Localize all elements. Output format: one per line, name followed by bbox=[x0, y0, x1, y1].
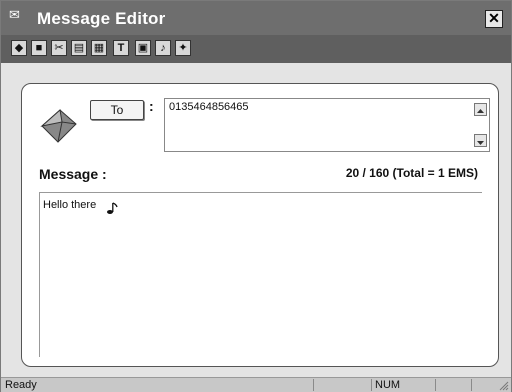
copy-icon: ▤ bbox=[73, 42, 85, 54]
message-label: Message : bbox=[39, 166, 107, 182]
message-body-field[interactable]: Hello there bbox=[39, 192, 482, 357]
text-icon: T bbox=[117, 42, 125, 54]
to-button[interactable]: To bbox=[90, 100, 144, 120]
status-ready: Ready bbox=[5, 379, 37, 391]
message-body-text: Hello there bbox=[43, 199, 118, 214]
save-icon: ■ bbox=[35, 42, 43, 54]
status-separator bbox=[435, 379, 436, 391]
recipient-value: 0135464856465 bbox=[169, 101, 249, 113]
scroll-up-button[interactable] bbox=[474, 103, 487, 116]
resize-grip-icon[interactable] bbox=[497, 379, 509, 391]
animation-icon: ✦ bbox=[178, 42, 188, 54]
new-icon: ◆ bbox=[14, 42, 24, 54]
to-colon: : bbox=[149, 98, 154, 114]
tools-button[interactable]: ✂ bbox=[51, 40, 67, 56]
status-bar: Ready NUM bbox=[1, 377, 511, 392]
status-separator bbox=[371, 379, 372, 391]
title-bar: ✉ Message Editor ✕ bbox=[1, 1, 511, 35]
close-icon: ✕ bbox=[488, 10, 500, 26]
message-panel: To : 0135464856465 Message : 20 / 160 (T… bbox=[21, 83, 499, 367]
music-icon: ♪ bbox=[160, 42, 166, 54]
animation-button[interactable]: ✦ bbox=[175, 40, 191, 56]
recipient-field[interactable]: 0135464856465 bbox=[164, 98, 490, 152]
status-separator bbox=[471, 379, 472, 391]
editor-content: To : 0135464856465 Message : 20 / 160 (T… bbox=[1, 63, 511, 379]
status-separator bbox=[313, 379, 314, 391]
character-counter: 20 / 160 (Total = 1 EMS) bbox=[345, 166, 478, 180]
new-button[interactable]: ◆ bbox=[11, 40, 27, 56]
window-title: Message Editor bbox=[37, 9, 166, 28]
paste-icon: ▦ bbox=[93, 42, 105, 54]
scroll-down-button[interactable] bbox=[474, 134, 487, 147]
paste-button[interactable]: ▦ bbox=[91, 40, 107, 56]
tools-icon: ✂ bbox=[54, 42, 64, 54]
close-button[interactable]: ✕ bbox=[485, 10, 503, 28]
toolbar: ◆ ■ ✂ ▤ ▦ T ▣ ♪ ✦ bbox=[1, 35, 511, 63]
save-button[interactable]: ■ bbox=[31, 40, 47, 56]
app-icon: ✉ bbox=[9, 7, 20, 22]
picture-button[interactable]: ▣ bbox=[135, 40, 151, 56]
copy-button[interactable]: ▤ bbox=[71, 40, 87, 56]
scroll-down-icon bbox=[477, 141, 484, 145]
text-button[interactable]: T bbox=[113, 40, 129, 56]
music-button[interactable]: ♪ bbox=[155, 40, 171, 56]
message-editor-window: ✉ Message Editor ✕ ◆ ■ ✂ ▤ ▦ T ▣ ♪ ✦ To … bbox=[0, 0, 512, 392]
envelope-icon bbox=[40, 109, 77, 143]
picture-icon: ▣ bbox=[137, 42, 149, 54]
message-body-value: Hello there bbox=[43, 199, 97, 211]
music-note-icon bbox=[107, 202, 118, 214]
status-num: NUM bbox=[375, 379, 401, 391]
scroll-up-icon bbox=[477, 109, 484, 113]
